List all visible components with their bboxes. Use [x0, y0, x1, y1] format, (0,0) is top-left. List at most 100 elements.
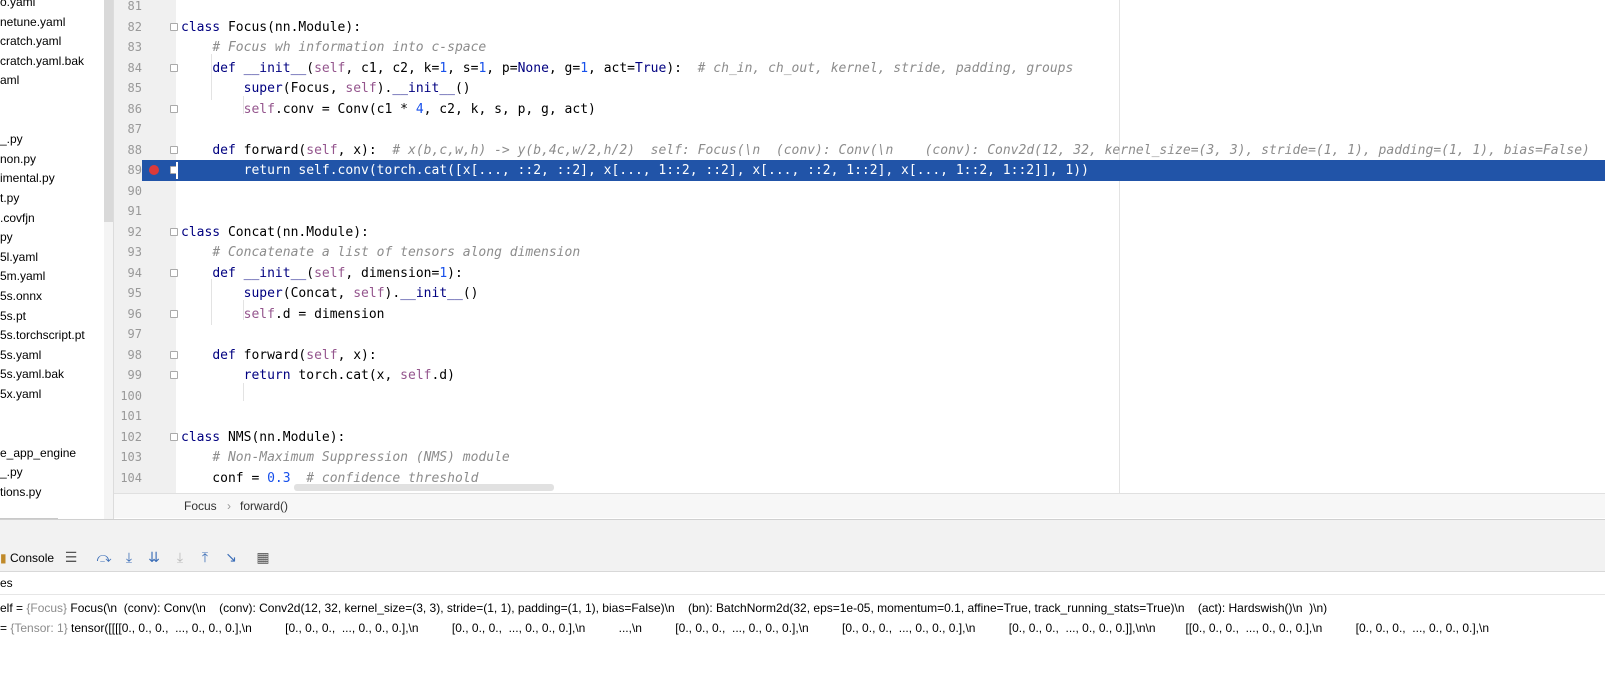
code-line[interactable]: 83 # Focus wh information into c-space [114, 37, 1605, 58]
file-tree-item[interactable]: 5l.yaml [0, 247, 38, 267]
file-tree-item[interactable]: 5s.yaml [0, 345, 41, 365]
code-line[interactable]: 96 self.d = dimension [114, 304, 1605, 325]
code-editor[interactable]: 81 82 class Focus(nn.Module): 83 # Focus wh… [114, 0, 1605, 505]
file-tree-item[interactable]: e_app_engine [0, 443, 76, 463]
code-line[interactable]: 100 [114, 386, 1605, 407]
fold-marker-icon[interactable] [170, 145, 178, 154]
file-tree-item[interactable]: cratch.yaml.bak [0, 51, 84, 71]
variable-x-row[interactable]: = {Tensor: 1} tensor([[[[0., 0., 0., ...… [0, 618, 1489, 638]
code-text: super(Focus, self).__init__() [243, 81, 471, 96]
code-line[interactable]: 98 def forward(self, x): [114, 345, 1605, 366]
code-line[interactable]: 90 [114, 181, 1605, 202]
variables-tab[interactable]: es [0, 572, 13, 594]
sidebar-scroll-track[interactable] [104, 222, 113, 520]
text-caret [176, 162, 178, 179]
file-tree-item[interactable]: o.yaml [0, 0, 35, 12]
line-number: 89 [114, 160, 142, 181]
fold-marker-icon[interactable] [170, 63, 178, 72]
file-tree-item[interactable]: non.py [0, 149, 36, 169]
fold-marker-icon[interactable] [170, 432, 178, 441]
fold-marker-icon[interactable] [170, 309, 178, 318]
file-tree-item[interactable]: 5x.yaml [0, 384, 41, 404]
fold-marker-icon[interactable] [170, 371, 178, 379]
code-line[interactable]: 81 [114, 0, 1605, 17]
line-number: 81 [127, 0, 142, 13]
line-number: 82 [127, 19, 142, 34]
fold-marker-icon[interactable] [170, 268, 178, 277]
code-line[interactable]: 92 class Concat(nn.Module): [114, 222, 1605, 243]
code-line[interactable]: 88 def forward(self, x): # x(b,c,w,h) ->… [114, 140, 1605, 161]
indent-guide [243, 96, 244, 114]
file-tree-item[interactable]: imental.py [0, 168, 55, 188]
fold-marker-icon[interactable] [170, 22, 178, 31]
line-number: 102 [120, 429, 142, 444]
file-tree-item[interactable]: 5s.pt [0, 306, 26, 326]
file-tree-item[interactable]: t.py [0, 188, 19, 208]
code-text: # Concatenate a list of tensors along di… [212, 245, 581, 260]
console-icon: ▮ [0, 551, 7, 565]
line-number: 98 [127, 347, 142, 362]
code-line[interactable]: 85 super(Focus, self).__init__() [114, 78, 1605, 99]
code-line[interactable]: 82 class Focus(nn.Module): [114, 17, 1605, 38]
file-tree-item[interactable]: tions.py [0, 482, 41, 502]
line-number: 90 [127, 183, 142, 198]
code-line[interactable]: 101 [114, 406, 1605, 427]
fold-marker-icon[interactable] [170, 227, 178, 236]
variable-self-row[interactable]: elf = {Focus} Focus(\n (conv): Conv(\n (… [0, 598, 1327, 618]
fold-marker-icon[interactable] [170, 350, 178, 359]
code-line[interactable]: 94 def __init__(self, dimension=1): [114, 263, 1605, 284]
file-tree-item[interactable]: _.py [0, 462, 23, 482]
variable-value: tensor([[[[0., 0., 0., ..., 0., 0., 0.],… [67, 621, 1490, 635]
step-out-icon[interactable]: ⤒ [196, 549, 214, 567]
indent-guide [211, 279, 212, 325]
console-tab[interactable]: Console [10, 549, 54, 567]
code-text: class Focus(nn.Module): [181, 19, 362, 35]
file-tree-item[interactable]: .covfjn [0, 208, 35, 228]
force-step-into-icon[interactable]: ⤓ [171, 549, 189, 567]
code-line[interactable]: 95 super(Concat, self).__init__() [114, 283, 1605, 304]
code-text: # Non-Maximum Suppression (NMS) module [212, 450, 510, 465]
file-tree-item[interactable]: netune.yaml [0, 12, 65, 32]
code-line[interactable]: 103 # Non-Maximum Suppression (NMS) modu… [114, 447, 1605, 468]
file-tree-item[interactable]: 5s.yaml.bak [0, 364, 64, 384]
menu-icon[interactable]: ☰ [62, 549, 80, 567]
code-text: return self.conv(torch.cat([x[..., ::2, … [181, 163, 1089, 178]
file-tree-item[interactable]: py [0, 227, 13, 247]
file-tree-item[interactable]: 5s.onnx [0, 286, 42, 306]
file-tree-item[interactable]: _.py [0, 129, 23, 149]
editor-horizontal-scrollbar[interactable] [294, 484, 554, 491]
project-file-tree: o.yaml netune.yaml cratch.yaml cratch.yaml.… [0, 0, 104, 520]
code-text: def forward(self, x): # x(b,c,w,h) -> y(… [212, 142, 1590, 158]
indent-guide [243, 300, 244, 320]
file-tree-item[interactable]: 5s.torchscript.pt [0, 325, 85, 345]
variable-type: {Tensor: 1} [10, 621, 68, 635]
indent-guide [211, 54, 212, 100]
fold-marker-icon[interactable] [170, 104, 178, 113]
sidebar-scrollbar[interactable] [104, 0, 113, 222]
step-into-icon[interactable]: ⤓ [120, 549, 138, 567]
code-line[interactable]: 93 # Concatenate a list of tensors along… [114, 242, 1605, 263]
code-line[interactable]: 102 class NMS(nn.Module): [114, 427, 1605, 448]
code-line[interactable]: 84 def __init__(self, c1, c2, k=1, s=1, … [114, 58, 1605, 79]
code-line[interactable]: 97 [114, 324, 1605, 345]
file-tree-item[interactable]: aml [0, 70, 19, 90]
breadcrumb-method[interactable]: forward() [240, 494, 288, 518]
step-into-my-code-icon[interactable]: ⇊ [145, 549, 163, 567]
evaluate-table-icon[interactable]: ▦ [254, 549, 272, 567]
file-tree-item[interactable]: cratch.yaml [0, 31, 61, 51]
code-line[interactable]: 99 return torch.cat(x, self.d) [114, 365, 1605, 386]
code-text: class NMS(nn.Module): [181, 429, 346, 445]
line-number: 83 [127, 40, 142, 54]
line-number: 96 [127, 306, 142, 321]
line-number: 100 [120, 388, 142, 403]
file-tree-item[interactable]: 5m.yaml [0, 266, 45, 286]
step-over-icon[interactable]: ⤼ [95, 549, 113, 567]
current-execution-line[interactable]: 89 return self.conv(torch.cat([x[..., ::… [114, 160, 1605, 181]
breadcrumb-class[interactable]: Focus [184, 494, 217, 518]
breakpoint-icon[interactable] [149, 165, 159, 175]
line-number: 87 [127, 122, 142, 136]
code-line[interactable]: 87 [114, 119, 1605, 140]
code-line[interactable]: 86 self.conv = Conv(c1 * 4, c2, k, s, p,… [114, 99, 1605, 120]
code-line[interactable]: 91 [114, 201, 1605, 222]
run-to-cursor-icon[interactable]: ↘ [222, 549, 240, 567]
